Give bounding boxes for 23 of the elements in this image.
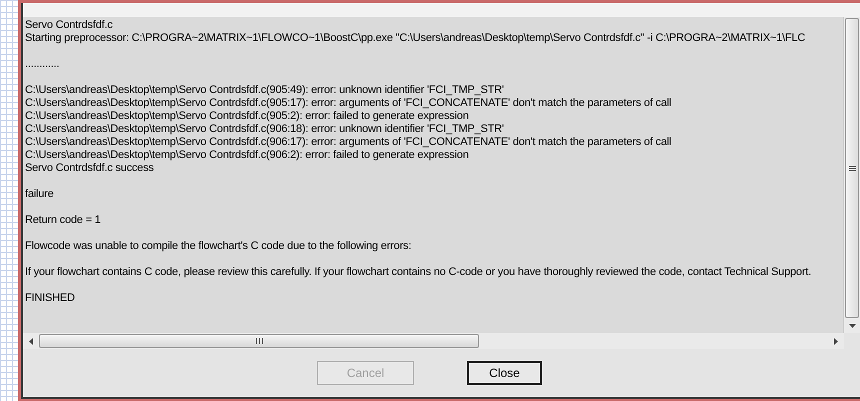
log-line: Servo Contrdsfdf.c success bbox=[25, 162, 155, 175]
log-line: Starting preprocessor: C:\PROGRA~2\MATRIX~1\FLOWCO~1\BoostC\pp.exe "C:\Users\andreas\Desktop\temp\Servo Contrdsfdf.c" -i C:\PROGRA~2\MATRIX~1\FLC bbox=[25, 32, 806, 45]
scroll-down-icon[interactable] bbox=[848, 324, 856, 328]
log-line: C:\Users\andreas\Desktop\temp\Servo Contrdsfdf.c(905:49): error: unknown identifier 'FCI_TMP_STR' bbox=[25, 84, 505, 97]
log-line: C:\Users\andreas\Desktop\temp\Servo Contrdsfdf.c(906:18): error: unknown identifier 'FCI_TMP_STR' bbox=[25, 123, 505, 136]
scroll-left-icon[interactable] bbox=[29, 338, 33, 344]
log-line: If your flowchart contains C code, please review this carefully. If your flowchart contains no C-code or you have thoroughly reviewed the code, contact Technical Support. bbox=[25, 266, 812, 279]
log-line: C:\Users\andreas\Desktop\temp\Servo Contrdsfdf.c(905:17): error: arguments of 'FCI_CONCATENATE' don't match the parameters of call bbox=[25, 97, 672, 110]
log-line: ............ bbox=[25, 58, 60, 71]
log-line: FINISHED bbox=[25, 292, 76, 305]
grip-icon bbox=[256, 338, 262, 344]
log-line: failure bbox=[25, 188, 55, 201]
dialog-button[interactable]: Close bbox=[467, 361, 542, 385]
log-line: C:\Users\andreas\Desktop\temp\Servo Contrdsfdf.c(905:2): error: failed to generate expression bbox=[25, 110, 470, 123]
scroll-right-icon[interactable] bbox=[834, 338, 838, 344]
log-line: Servo Contrdsfdf.c bbox=[25, 19, 114, 32]
scrollbar-thumb[interactable] bbox=[39, 334, 479, 348]
log-line: Flowcode was unable to compile the flowchart's C code due to the following errors: bbox=[25, 240, 412, 253]
log-line: Return code = 1 bbox=[25, 214, 102, 227]
scrollbar-thumb[interactable] bbox=[845, 18, 859, 318]
log-line: C:\Users\andreas\Desktop\temp\Servo Contrdsfdf.c(906:17): error: arguments of 'FCI_CONCATENATE' don't match the parameters of call bbox=[25, 136, 672, 149]
log-line: C:\Users\andreas\Desktop\temp\Servo Contrdsfdf.c(906:2): error: failed to generate expression bbox=[25, 149, 470, 162]
grip-icon bbox=[848, 166, 856, 170]
